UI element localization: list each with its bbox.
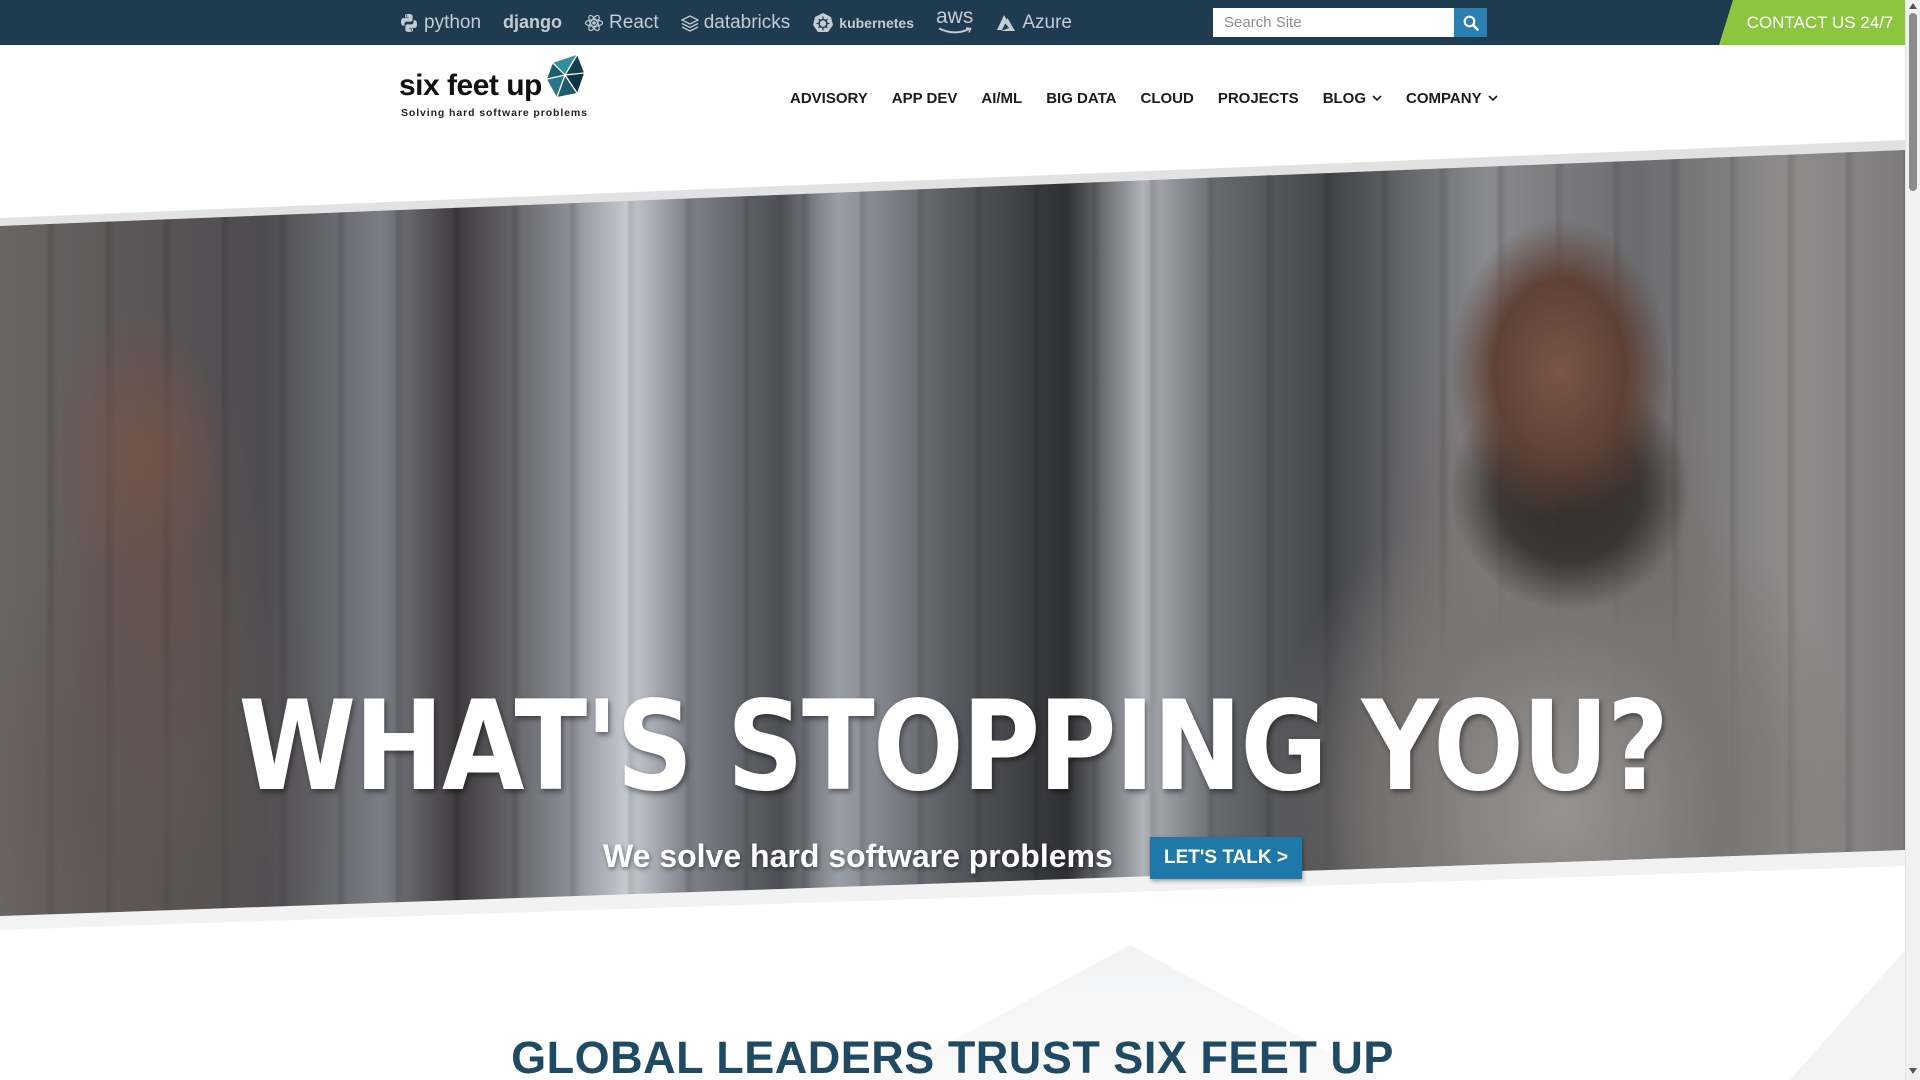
technology-logos: python django React databricks kubernete… (399, 0, 1072, 45)
python-icon (401, 13, 417, 32)
tech-label: React (609, 11, 659, 33)
hero-reflection-figure (0, 230, 380, 916)
search-icon (1463, 15, 1479, 31)
contact-us-button[interactable]: CONTACT US 24/7 (1719, 0, 1909, 45)
nav-label: ADVISORY (790, 90, 868, 107)
nav-label: AI/ML (981, 90, 1023, 107)
site-logo[interactable]: six feet up Solving hard software proble… (399, 55, 599, 125)
tech-kubernetes[interactable]: kubernetes (812, 12, 914, 34)
aws-smile-icon (938, 26, 972, 33)
section-title: GLOBAL LEADERS TRUST SIX FEET UP (511, 1032, 1394, 1080)
scroll-up-arrow[interactable] (1909, 3, 1917, 9)
six-feet-up-logo-mark (547, 55, 585, 98)
chevron-down-icon (1372, 95, 1382, 102)
tech-label: python (424, 11, 482, 33)
tech-label: kubernetes (839, 14, 914, 31)
nav-advisory[interactable]: ADVISORY (790, 90, 868, 107)
site-search (1213, 8, 1487, 37)
nav-big-data[interactable]: BIG DATA (1046, 90, 1116, 107)
search-input[interactable] (1213, 8, 1454, 37)
page-scrollbar[interactable] (1905, 0, 1920, 1080)
nav-ai-ml[interactable]: AI/ML (981, 90, 1022, 107)
hero-title: WHAT'S STOPPING YOU? (238, 675, 1669, 819)
tech-azure[interactable]: Azure (995, 12, 1072, 34)
hero-subtitle: We solve hard software problems (603, 838, 1113, 874)
nav-blog[interactable]: BLOG (1323, 90, 1382, 107)
nav-label: BIG DATA (1046, 90, 1117, 107)
azure-icon (997, 14, 1016, 31)
tech-label: Azure (1022, 11, 1072, 33)
tech-python[interactable]: python (399, 12, 481, 34)
react-icon (584, 14, 604, 31)
nav-label: PROJECTS (1217, 90, 1299, 107)
nav-company[interactable]: COMPANY (1406, 90, 1498, 107)
nav-projects[interactable]: PROJECTS (1218, 90, 1299, 107)
hero-man-figure (1230, 190, 1850, 916)
tech-label: databricks (703, 11, 791, 33)
tech-label: django (503, 12, 563, 32)
top-technology-bar: python django React databricks kubernete… (0, 0, 1920, 45)
nav-label: APP DEV (891, 90, 958, 107)
logo-wordmark: six feet up (399, 69, 542, 102)
nav-app-dev[interactable]: APP DEV (892, 90, 958, 107)
scroll-down-arrow[interactable] (1909, 1068, 1917, 1074)
nav-label: COMPANY (1406, 90, 1482, 107)
nav-label: CLOUD (1140, 90, 1194, 107)
tech-django[interactable]: django (503, 12, 562, 33)
tech-databricks[interactable]: databricks (680, 11, 791, 34)
lets-talk-button[interactable]: LET'S TALK > (1150, 837, 1302, 879)
kubernetes-icon (813, 12, 834, 32)
tech-aws[interactable]: aws (936, 4, 974, 35)
tech-react[interactable]: React (584, 12, 659, 34)
logo-tagline: Solving hard software problems (401, 107, 588, 119)
tech-label: aws (936, 4, 974, 28)
databricks-icon (680, 14, 699, 32)
scroll-thumb[interactable] (1909, 13, 1917, 191)
main-navigation: ADVISORY APP DEV AI/ML BIG DATA CLOUD PR… (790, 90, 1522, 107)
nav-label: BLOG (1322, 90, 1367, 107)
search-button[interactable] (1454, 8, 1487, 37)
nav-cloud[interactable]: CLOUD (1141, 90, 1194, 107)
chevron-down-icon (1488, 95, 1498, 102)
